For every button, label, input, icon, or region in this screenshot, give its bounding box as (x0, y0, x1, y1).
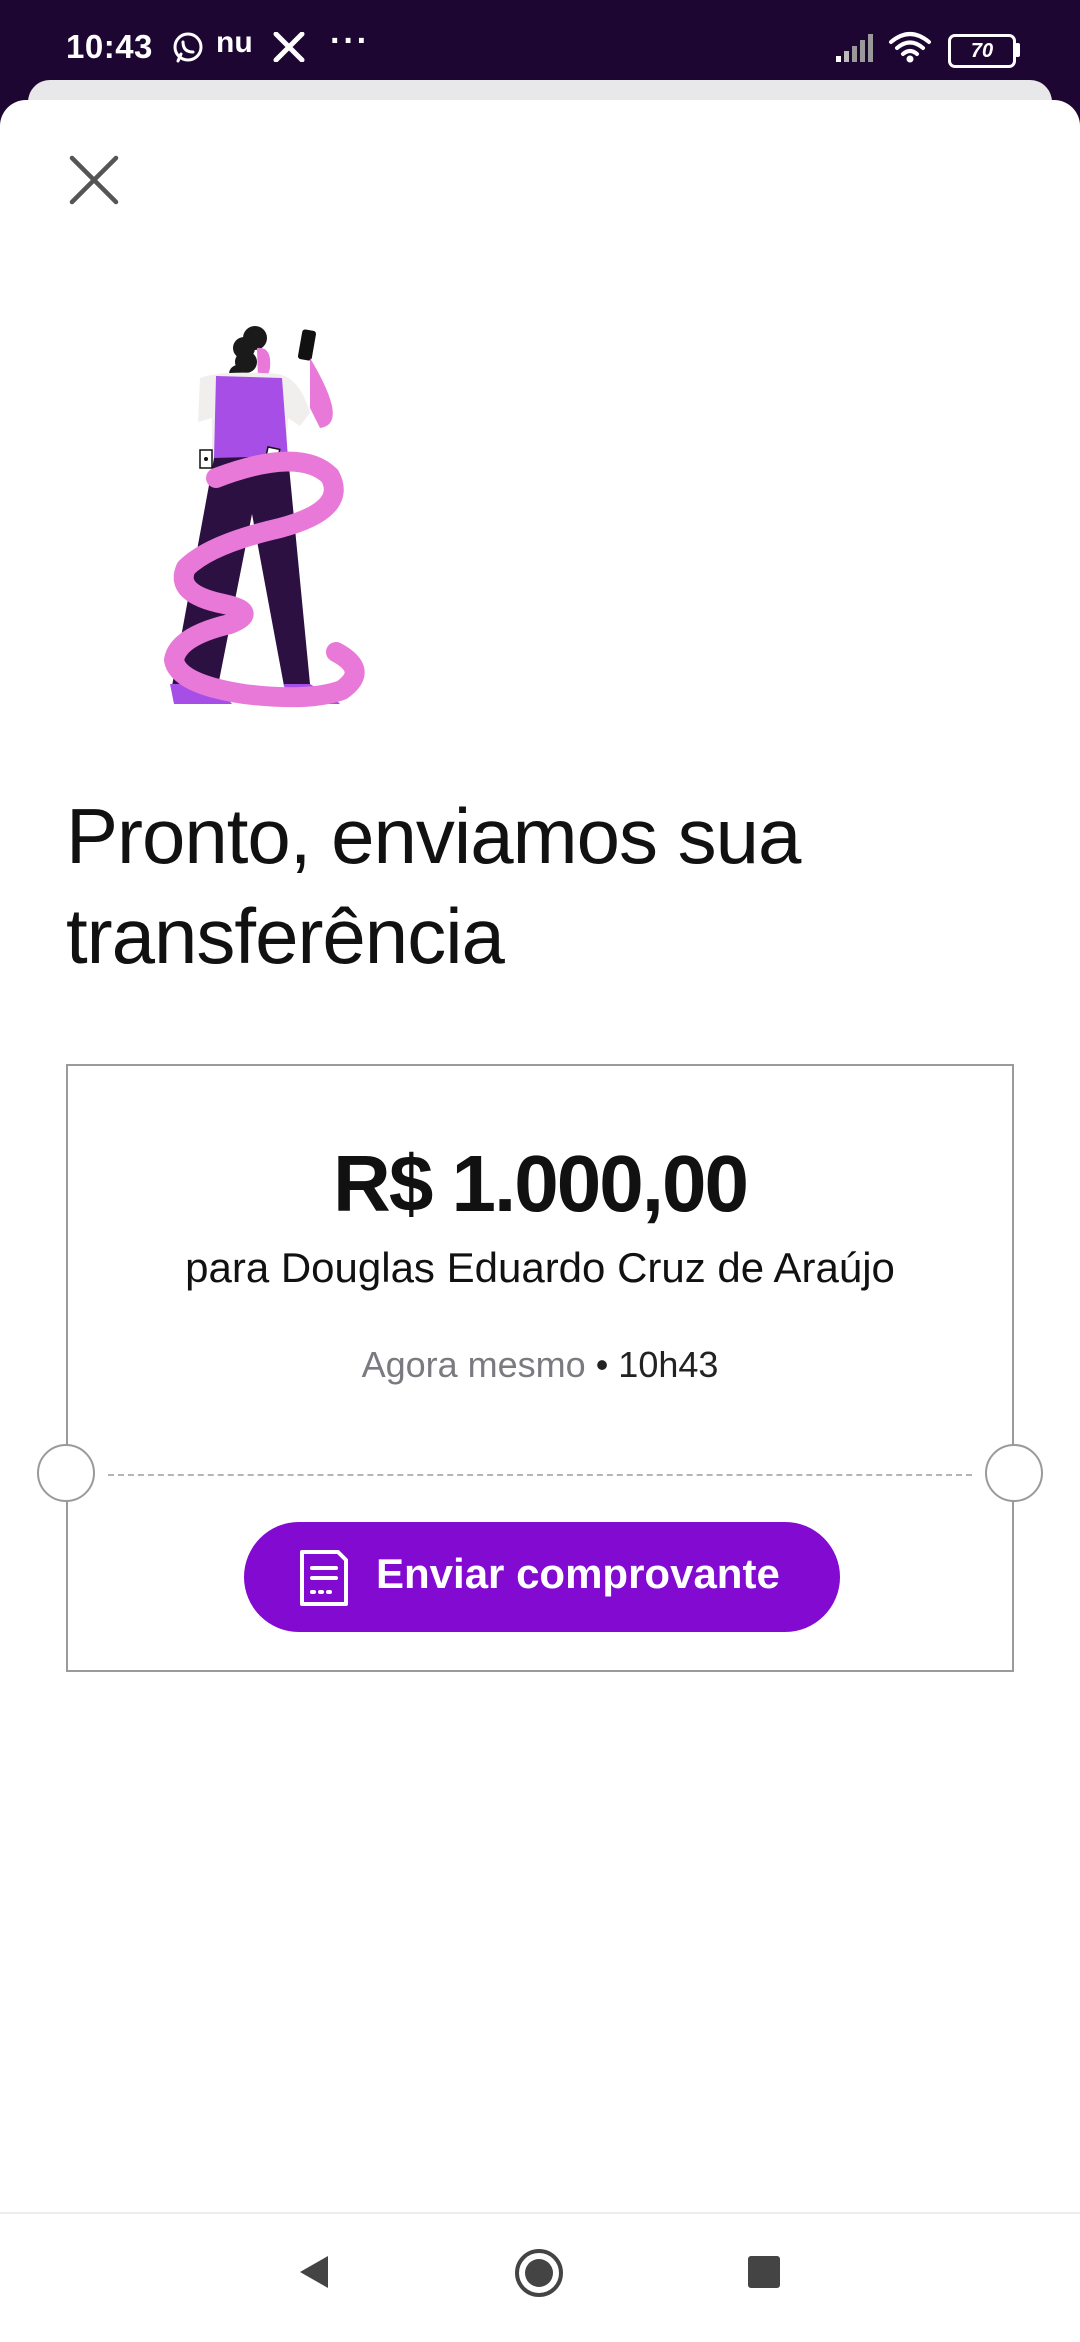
wifi-icon (889, 32, 931, 63)
recipient-name: para Douglas Eduardo Cruz de Araújo (185, 1244, 895, 1291)
battery-tip (1015, 43, 1020, 57)
signal-icon (836, 34, 873, 62)
receipt-icon (300, 1550, 348, 1606)
battery-icon: 70 (948, 34, 1016, 68)
time-separator: • (585, 1344, 619, 1385)
ticket-notch-right (985, 1444, 1043, 1502)
send-receipt-button[interactable]: Enviar comprovante (244, 1522, 840, 1632)
back-icon[interactable] (296, 2252, 332, 2292)
status-time: 10:43 (66, 28, 153, 65)
receipt-card: R$ 1.000,00 para Douglas Eduardo Cruz de… (37, 1064, 1043, 1672)
time-clock: 10h43 (618, 1344, 719, 1385)
send-receipt-label: Enviar comprovante (376, 1550, 780, 1597)
system-nav-bar (0, 2212, 1080, 2342)
transfer-amount: R$ 1.000,00 (333, 1139, 749, 1228)
nubank-icon: nu (216, 26, 253, 59)
ticket-divider (108, 1474, 972, 1476)
ticket-notch-left (37, 1444, 95, 1502)
whatsapp-icon (173, 32, 203, 63)
transfer-time: Agora mesmo • 10h43 (68, 1344, 1012, 1386)
time-relative: Agora mesmo (361, 1344, 586, 1385)
page-title: Pronto, enviamos sua transferência (66, 792, 801, 980)
close-icon[interactable] (66, 152, 122, 208)
more-notifications-icon: ··· (330, 22, 370, 60)
x-icon (273, 32, 305, 62)
person-illustration (164, 326, 365, 708)
home-icon[interactable] (512, 2246, 566, 2300)
recents-icon[interactable] (744, 2252, 784, 2292)
